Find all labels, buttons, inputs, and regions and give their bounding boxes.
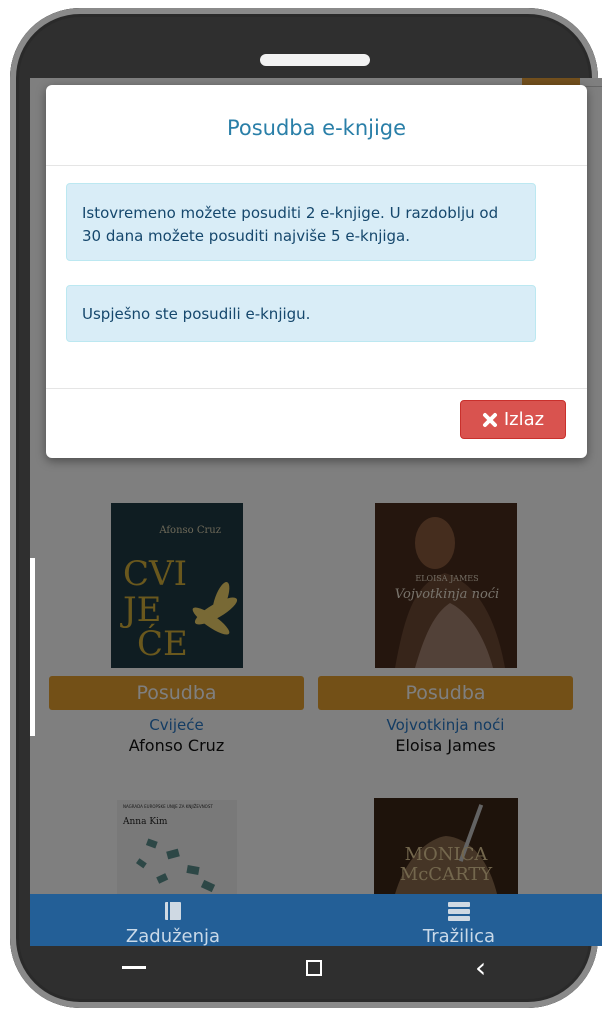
borrow-modal: Posudba e-knjige Istovremeno možete posu… — [46, 85, 587, 458]
modal-header-divider — [46, 165, 587, 166]
server-list-icon — [448, 902, 470, 921]
modal-title: Posudba e-knjige — [226, 116, 407, 140]
exit-button[interactable]: Izlaz — [460, 400, 566, 439]
borrow-limit-alert: Istovremeno možete posuditi 2 e-knjige. … — [66, 183, 536, 261]
nav-label: Zaduženja — [125, 926, 221, 946]
recent-apps-icon[interactable] — [122, 966, 146, 969]
system-navigation-bar: ‹ — [30, 946, 602, 994]
back-icon[interactable]: ‹ — [475, 954, 486, 982]
exit-label: Izlaz — [503, 409, 545, 430]
side-edge-highlight — [30, 558, 35, 736]
nav-label: Tražilica — [422, 926, 496, 946]
book-icon — [165, 902, 181, 920]
nav-item-trazilica[interactable]: Tražilica — [316, 894, 602, 946]
nav-item-zaduzenja[interactable]: Zaduženja — [30, 894, 316, 946]
home-icon[interactable] — [306, 960, 322, 976]
bottom-navigation: Zaduženja Tražilica — [30, 894, 602, 946]
modal-footer-divider — [46, 388, 587, 389]
app-screen: Afonso Cruz CVI JE ĆE Posudba Cvijeće Af… — [30, 78, 602, 946]
success-alert: Uspješno ste posudili e-knjigu. — [66, 285, 536, 342]
speaker-grille — [260, 54, 370, 66]
times-icon — [482, 412, 497, 427]
